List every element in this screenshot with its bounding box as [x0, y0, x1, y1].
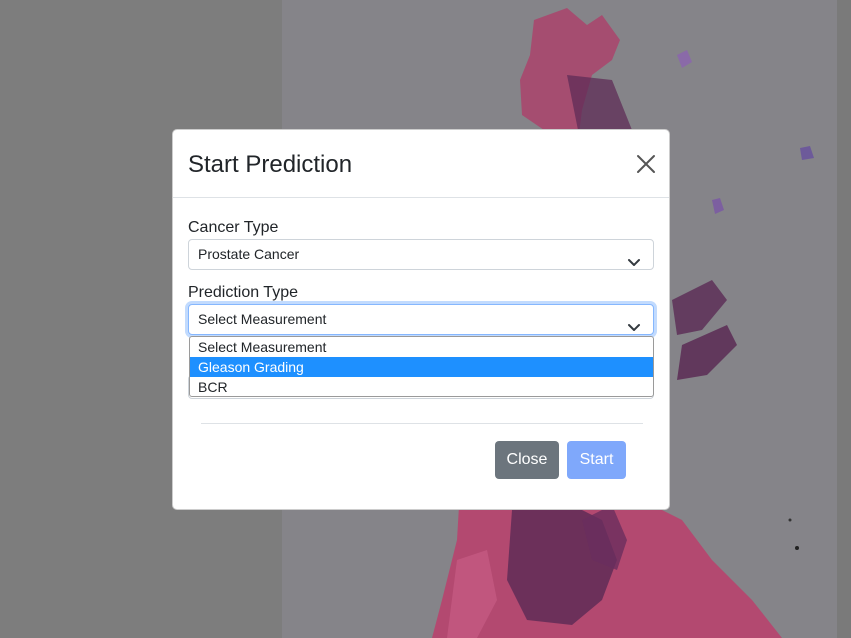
- start-button[interactable]: Start: [567, 441, 626, 479]
- cancer-type-label: Cancer Type: [188, 219, 279, 236]
- modal-header: Start Prediction: [173, 130, 669, 198]
- prediction-type-options: Select Measurement Gleason Grading BCR: [189, 336, 654, 397]
- prediction-type-select[interactable]: Select Measurement: [188, 304, 654, 335]
- chevron-down-icon: [627, 314, 641, 331]
- close-icon[interactable]: [633, 151, 659, 177]
- page-backdrop-right: [837, 0, 851, 638]
- prediction-type-label: Prediction Type: [188, 284, 298, 301]
- footer-divider: [201, 423, 643, 424]
- option-select-measurement[interactable]: Select Measurement: [190, 337, 653, 357]
- start-prediction-modal: Start Prediction Cancer Type Prostate Ca…: [172, 129, 670, 510]
- chevron-down-icon: [627, 249, 641, 266]
- option-bcr[interactable]: BCR: [190, 377, 653, 396]
- option-gleason-grading[interactable]: Gleason Grading: [190, 357, 653, 377]
- modal-title: Start Prediction: [188, 151, 353, 178]
- cancer-type-select[interactable]: Prostate Cancer: [188, 239, 654, 270]
- close-button[interactable]: Close: [495, 441, 559, 479]
- cancer-type-value: Prostate Cancer: [198, 246, 300, 262]
- prediction-type-value: Select Measurement: [198, 311, 327, 327]
